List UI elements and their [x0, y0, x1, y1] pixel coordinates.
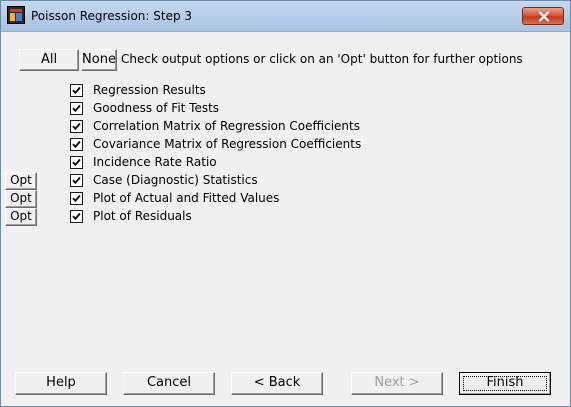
- next-label: Next >: [374, 375, 420, 390]
- option-checkbox[interactable]: [70, 102, 83, 115]
- dialog-body: All None Check output options or click o…: [1, 32, 570, 406]
- next-button[interactable]: Next >: [351, 372, 443, 395]
- select-none-button[interactable]: None: [81, 49, 117, 71]
- option-checkbox[interactable]: [70, 120, 83, 133]
- cancel-button[interactable]: Cancel: [123, 372, 215, 395]
- title-bar[interactable]: Poisson Regression: Step 3: [1, 1, 570, 32]
- back-label: < Back: [253, 375, 301, 390]
- window-title: Poisson Regression: Step 3: [31, 9, 193, 23]
- close-icon: [538, 11, 550, 22]
- checkmark-icon: [72, 86, 81, 95]
- instructions-text: Check output options or click on an 'Opt…: [121, 52, 523, 66]
- focus-rectangle: [463, 376, 547, 391]
- option-checkbox[interactable]: [70, 210, 83, 223]
- opt-button[interactable]: Opt: [5, 208, 37, 226]
- option-label: Correlation Matrix of Regression Coeffic…: [93, 119, 360, 133]
- option-checkbox[interactable]: [70, 84, 83, 97]
- checkmark-icon: [72, 194, 81, 203]
- help-button[interactable]: Help: [15, 372, 107, 395]
- option-label: Plot of Actual and Fitted Values: [93, 191, 280, 205]
- option-checkbox[interactable]: [70, 156, 83, 169]
- checkmark-icon: [72, 104, 81, 113]
- option-checkbox[interactable]: [70, 192, 83, 205]
- checkmark-icon: [72, 122, 81, 131]
- option-label: Plot of Residuals: [93, 209, 192, 223]
- cancel-label: Cancel: [146, 375, 192, 390]
- option-label: Case (Diagnostic) Statistics: [93, 173, 258, 187]
- back-button[interactable]: < Back: [231, 372, 323, 395]
- checkmark-icon: [72, 176, 81, 185]
- option-checkbox[interactable]: [70, 138, 83, 151]
- checkmark-icon: [72, 212, 81, 221]
- select-all-button[interactable]: All: [19, 49, 79, 71]
- checkmark-icon: [72, 140, 81, 149]
- option-label: Incidence Rate Ratio: [93, 155, 217, 169]
- option-checkbox[interactable]: [70, 174, 83, 187]
- option-label: Goodness of Fit Tests: [93, 101, 220, 115]
- option-label: Covariance Matrix of Regression Coeffici…: [93, 137, 362, 151]
- close-button[interactable]: [522, 7, 564, 25]
- statistics-app-icon: [7, 6, 25, 24]
- opt-button[interactable]: Opt: [5, 172, 37, 190]
- option-label: Regression Results: [93, 83, 206, 97]
- help-label: Help: [46, 375, 76, 390]
- dialog-window: Poisson Regression: Step 3 All None Chec…: [0, 0, 571, 407]
- finish-button[interactable]: Finish: [459, 372, 551, 395]
- checkmark-icon: [72, 158, 81, 167]
- opt-button[interactable]: Opt: [5, 190, 37, 208]
